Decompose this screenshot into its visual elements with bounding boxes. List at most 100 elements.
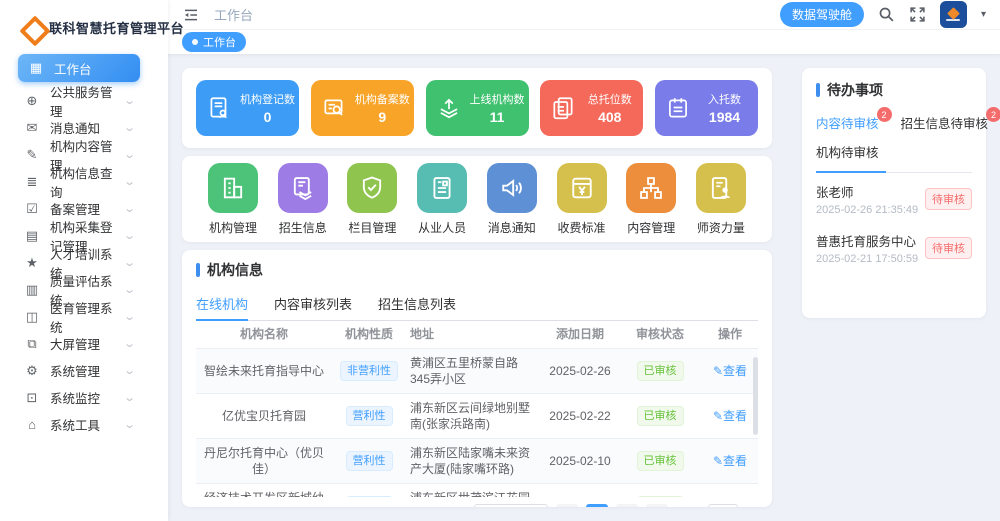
tab-content-pending[interactable]: 内容待审核 2 [816, 108, 879, 137]
stat-card-total-slots[interactable]: 总托位数 408 [540, 80, 643, 136]
sidebar-collapse-icon[interactable] [182, 7, 200, 23]
doc-person-icon [206, 95, 232, 121]
count-badge: 2 [986, 107, 1000, 122]
status-badge: 已审核 [637, 361, 684, 382]
sidebar-item-big-screen[interactable]: ⧉ 大屏管理 ⌄ [0, 330, 168, 357]
app-notifications[interactable]: 消息通知 [487, 163, 537, 236]
count-badge: 2 [877, 107, 892, 122]
page-size-select[interactable]: 10条/页 ⌄ [474, 504, 548, 507]
page-button-1[interactable]: 1 [586, 504, 608, 507]
doc-list-icon [417, 163, 467, 213]
dashboard-icon: ▦ [28, 60, 44, 76]
sidebar-item-public-service[interactable]: ⊕ 公共服务管理 ⌄ [0, 87, 168, 114]
app-content-management[interactable]: 内容管理 [626, 163, 676, 236]
nature-badge: 营利性 [346, 451, 393, 472]
app-column-management[interactable]: 栏目管理 [347, 163, 397, 236]
public-service-icon: ⊕ [24, 93, 40, 109]
sidebar-item-system-monitor[interactable]: ⊡ 系统监控 ⌄ [0, 384, 168, 411]
view-link[interactable]: ✎查看 [713, 453, 747, 469]
fullscreen-icon[interactable] [909, 6, 926, 23]
stat-value: 0 [240, 109, 295, 125]
tag-workbench[interactable]: 工作台 [182, 32, 246, 52]
tab-content-review-list[interactable]: 内容审核列表 [274, 288, 352, 320]
gear-icon: ⚙ [24, 363, 40, 379]
content-area: 机构登记数 0 机构备案数 9 [168, 55, 1000, 521]
pagination-total: 共 11 条 [423, 507, 466, 508]
chevron-down-icon: ⌄ [123, 202, 136, 215]
chevron-down-icon: ⌄ [123, 391, 136, 404]
collect-icon: ▤ [24, 228, 40, 244]
stat-card-registered[interactable]: 机构登记数 0 [196, 80, 299, 136]
table-row[interactable]: 丹尼尔托育中心（优贝佳） 营利性 浦东新区陆家嘴未来资产大厦(陆家嘴环路) 20… [196, 439, 758, 484]
page-button-2[interactable]: 2 [616, 504, 638, 507]
medical-icon: ◫ [24, 309, 40, 325]
building-icon [208, 163, 258, 213]
todo-panel: 待办事项 内容待审核 2 招生信息待审核 2 [802, 68, 986, 318]
status-badge: 已审核 [637, 496, 684, 497]
table-row[interactable]: 智绘未来托育指导中心 非营利性 黄浦区五里桥蒙自路345弄小区 2025-02-… [196, 349, 758, 394]
next-page-button[interactable]: › [646, 504, 668, 507]
logo: 联科智慧托育管理平台 [0, 0, 168, 50]
view-link[interactable]: ✎查看 [713, 363, 747, 379]
app-teacher-resources[interactable]: 师资力量 [696, 163, 746, 236]
speaker-icon [487, 163, 537, 213]
prev-page-button[interactable]: ‹ [556, 504, 578, 507]
tab-org-pending[interactable]: 机构待审核 [816, 137, 879, 166]
goto-page-input[interactable] [708, 504, 738, 507]
info-query-icon: ≣ [24, 174, 40, 190]
pending-badge: 待审核 [925, 237, 972, 259]
sidebar-item-medical-care[interactable]: ◫ 医育管理系统 ⌄ [0, 303, 168, 330]
stat-value: 11 [470, 109, 525, 125]
sidebar-item-system-tools[interactable]: ⌂ 系统工具 ⌄ [0, 411, 168, 438]
chevron-down-icon: ⌄ [123, 256, 136, 269]
tab-enrollment-list[interactable]: 招生信息列表 [378, 288, 456, 320]
sitemap-icon [626, 163, 676, 213]
nature-badge: 营利性 [346, 406, 393, 427]
status-badge: 已审核 [637, 451, 684, 472]
documents-icon [550, 95, 576, 121]
chevron-down-icon[interactable]: ▾ [981, 9, 986, 20]
chevron-down-icon: ⌄ [123, 175, 136, 188]
stat-card-enrolled[interactable]: 入托数 1984 [655, 80, 758, 136]
content-edit-icon: ✎ [24, 147, 40, 163]
app-org-management[interactable]: 机构管理 [208, 163, 258, 236]
sidebar-item-workbench[interactable]: ▦ 工作台 [18, 54, 140, 82]
todo-item[interactable]: 张老师 2025-02-26 21:35:49 待审核 [816, 173, 972, 222]
app-root: 联科智慧托育管理平台 ▦ 工作台 ⊕ 公共服务管理 ⌄ ✉ 消息通知 ⌄ ✎ 机… [0, 0, 1000, 521]
tab-online-orgs[interactable]: 在线机构 [196, 288, 248, 320]
nature-badge: 营利性 [346, 496, 393, 497]
nature-badge: 非营利性 [340, 361, 398, 382]
chevron-down-icon: ⌄ [123, 337, 136, 350]
chevron-down-icon: ⌄ [123, 121, 136, 134]
sidebar-item-org-query[interactable]: ≣ 机构信息查询 ⌄ [0, 168, 168, 195]
chevron-down-icon: ⌄ [123, 418, 136, 431]
app-practitioners[interactable]: 从业人员 [417, 163, 467, 236]
yen-box-icon [557, 163, 607, 213]
shield-check-icon [347, 163, 397, 213]
sidebar-item-system-admin[interactable]: ⚙ 系统管理 ⌄ [0, 357, 168, 384]
table-scrollbar[interactable] [753, 357, 758, 435]
avatar[interactable] [940, 1, 967, 28]
upload-layers-icon [436, 95, 462, 121]
app-title: 联科智慧托育管理平台 [49, 18, 184, 37]
table-row[interactable]: 经济技术开发区新城幼儿 营利性 浦东新区世茂滨江花园南 已审核 ✎查看 [196, 484, 758, 497]
table-row[interactable]: 亿优宝贝托育园 营利性 浦东新区云间绿地别墅南(张家浜路南) 2025-02-2… [196, 394, 758, 439]
active-dot-icon [192, 39, 198, 45]
todo-item[interactable]: 普惠托育服务中心 2025-02-21 17:50:59 待审核 [816, 222, 972, 271]
tab-enrollment-pending[interactable]: 招生信息待审核 2 [901, 108, 989, 137]
search-icon[interactable] [878, 6, 895, 23]
app-fee-standards[interactable]: 收费标准 [557, 163, 607, 236]
tags-bar: 工作台 [168, 30, 1000, 55]
view-link[interactable]: ✎查看 [713, 408, 747, 424]
teacher-doc-icon [696, 163, 746, 213]
stat-card-filed[interactable]: 机构备案数 9 [311, 80, 414, 136]
breadcrumb[interactable]: 工作台 [214, 5, 253, 24]
message-icon: ✉ [24, 120, 40, 136]
app-enrollment-info[interactable]: 招生信息 [278, 163, 328, 236]
chevron-down-icon: ⌄ [123, 364, 136, 377]
stat-card-online[interactable]: 上线机构数 11 [426, 80, 529, 136]
org-info-title: 机构信息 [196, 260, 758, 280]
tools-icon: ⌂ [24, 417, 40, 432]
data-cockpit-button[interactable]: 数据驾驶舱 [780, 2, 864, 27]
record-icon: ☑ [24, 201, 40, 217]
